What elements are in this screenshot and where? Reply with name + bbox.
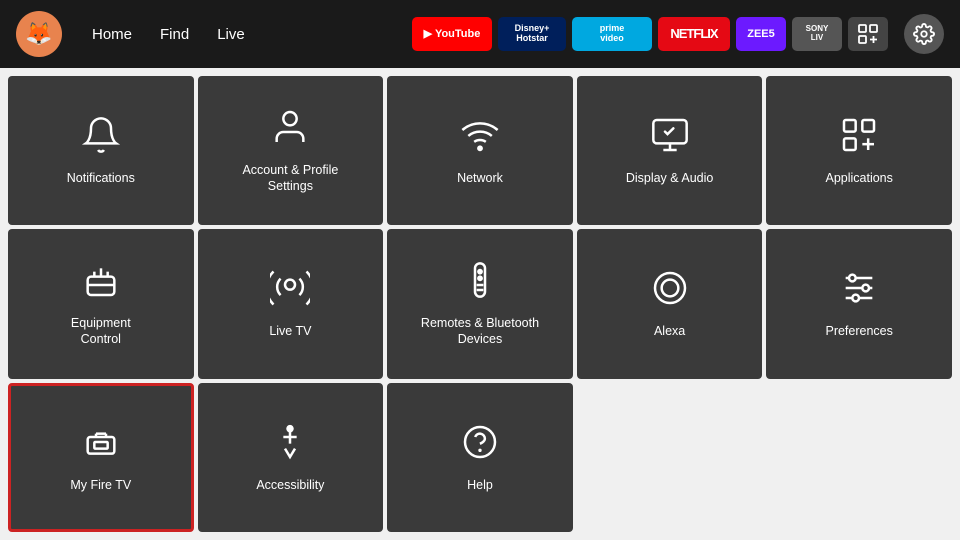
tv-remote-icon xyxy=(81,260,121,305)
logo-icon: 🦊 xyxy=(25,21,52,47)
settings-grid: Notifications Account & ProfileSettings … xyxy=(0,68,960,540)
app-youtube[interactable]: ▶ YouTube xyxy=(412,17,492,51)
app-netflix[interactable]: NETFLIX xyxy=(658,17,730,51)
tile-preferences-label: Preferences xyxy=(825,323,892,339)
apps-grid-icon xyxy=(839,115,879,160)
prime-label: primevideo xyxy=(600,24,625,44)
tile-display-audio[interactable]: Display & Audio xyxy=(577,76,763,225)
tile-remotes-label: Remotes & BluetoothDevices xyxy=(421,315,539,348)
question-icon xyxy=(460,422,500,467)
navbar: 🦊 Home Find Live ▶ YouTube Disney+Hotsta… xyxy=(0,0,960,68)
youtube-label: ▶ YouTube xyxy=(424,28,481,40)
tile-account-label: Account & ProfileSettings xyxy=(242,162,338,195)
tile-equipment[interactable]: EquipmentControl xyxy=(8,229,194,378)
nav-find[interactable]: Find xyxy=(150,22,199,47)
person-icon xyxy=(270,107,310,152)
tile-live-tv-label: Live TV xyxy=(269,323,311,339)
remote-icon xyxy=(460,260,500,305)
app-prime[interactable]: primevideo xyxy=(572,17,652,51)
antenna-icon xyxy=(270,268,310,313)
tile-applications[interactable]: Applications xyxy=(766,76,952,225)
zee5-label: ZEE5 xyxy=(747,28,775,40)
tile-help-label: Help xyxy=(467,477,493,493)
firetv-icon xyxy=(81,422,121,467)
tile-display-audio-label: Display & Audio xyxy=(626,170,714,186)
tile-help[interactable]: Help xyxy=(387,383,573,532)
app-grid-icon[interactable] xyxy=(848,17,888,51)
gear-icon xyxy=(913,23,935,45)
tile-accessibility-label: Accessibility xyxy=(256,477,324,493)
tile-notifications-label: Notifications xyxy=(67,170,135,186)
tile-my-fire-tv[interactable]: My Fire TV xyxy=(8,383,194,532)
tile-network-label: Network xyxy=(457,170,503,186)
bell-icon xyxy=(81,115,121,160)
app-zee5[interactable]: ZEE5 xyxy=(736,17,786,51)
display-icon xyxy=(650,115,690,160)
accessibility-icon xyxy=(270,422,310,467)
settings-button[interactable] xyxy=(904,14,944,54)
app-sony[interactable]: SONYLIV xyxy=(792,17,842,51)
tile-remotes[interactable]: Remotes & BluetoothDevices xyxy=(387,229,573,378)
wifi-icon xyxy=(460,115,500,160)
tile-network[interactable]: Network xyxy=(387,76,573,225)
tile-applications-label: Applications xyxy=(825,170,892,186)
alexa-icon xyxy=(650,268,690,313)
tile-alexa-label: Alexa xyxy=(654,323,685,339)
nav-live[interactable]: Live xyxy=(207,22,255,47)
app-disney[interactable]: Disney+Hotstar xyxy=(498,17,566,51)
netflix-label: NETFLIX xyxy=(670,27,717,41)
disney-label: Disney+Hotstar xyxy=(515,24,550,44)
nav-apps: ▶ YouTube Disney+Hotstar primevideo NETF… xyxy=(412,17,888,51)
tile-my-fire-tv-label: My Fire TV xyxy=(70,477,131,493)
grid-icon xyxy=(857,23,879,45)
tile-live-tv[interactable]: Live TV xyxy=(198,229,384,378)
nav-links: Home Find Live xyxy=(82,22,255,47)
nav-logo[interactable]: 🦊 xyxy=(16,11,62,57)
tile-accessibility[interactable]: Accessibility xyxy=(198,383,384,532)
tile-account[interactable]: Account & ProfileSettings xyxy=(198,76,384,225)
tile-notifications[interactable]: Notifications xyxy=(8,76,194,225)
sliders-icon xyxy=(839,268,879,313)
sony-label: SONYLIV xyxy=(806,25,829,43)
tile-preferences[interactable]: Preferences xyxy=(766,229,952,378)
nav-home[interactable]: Home xyxy=(82,22,142,47)
tile-alexa[interactable]: Alexa xyxy=(577,229,763,378)
tile-equipment-label: EquipmentControl xyxy=(71,315,131,348)
